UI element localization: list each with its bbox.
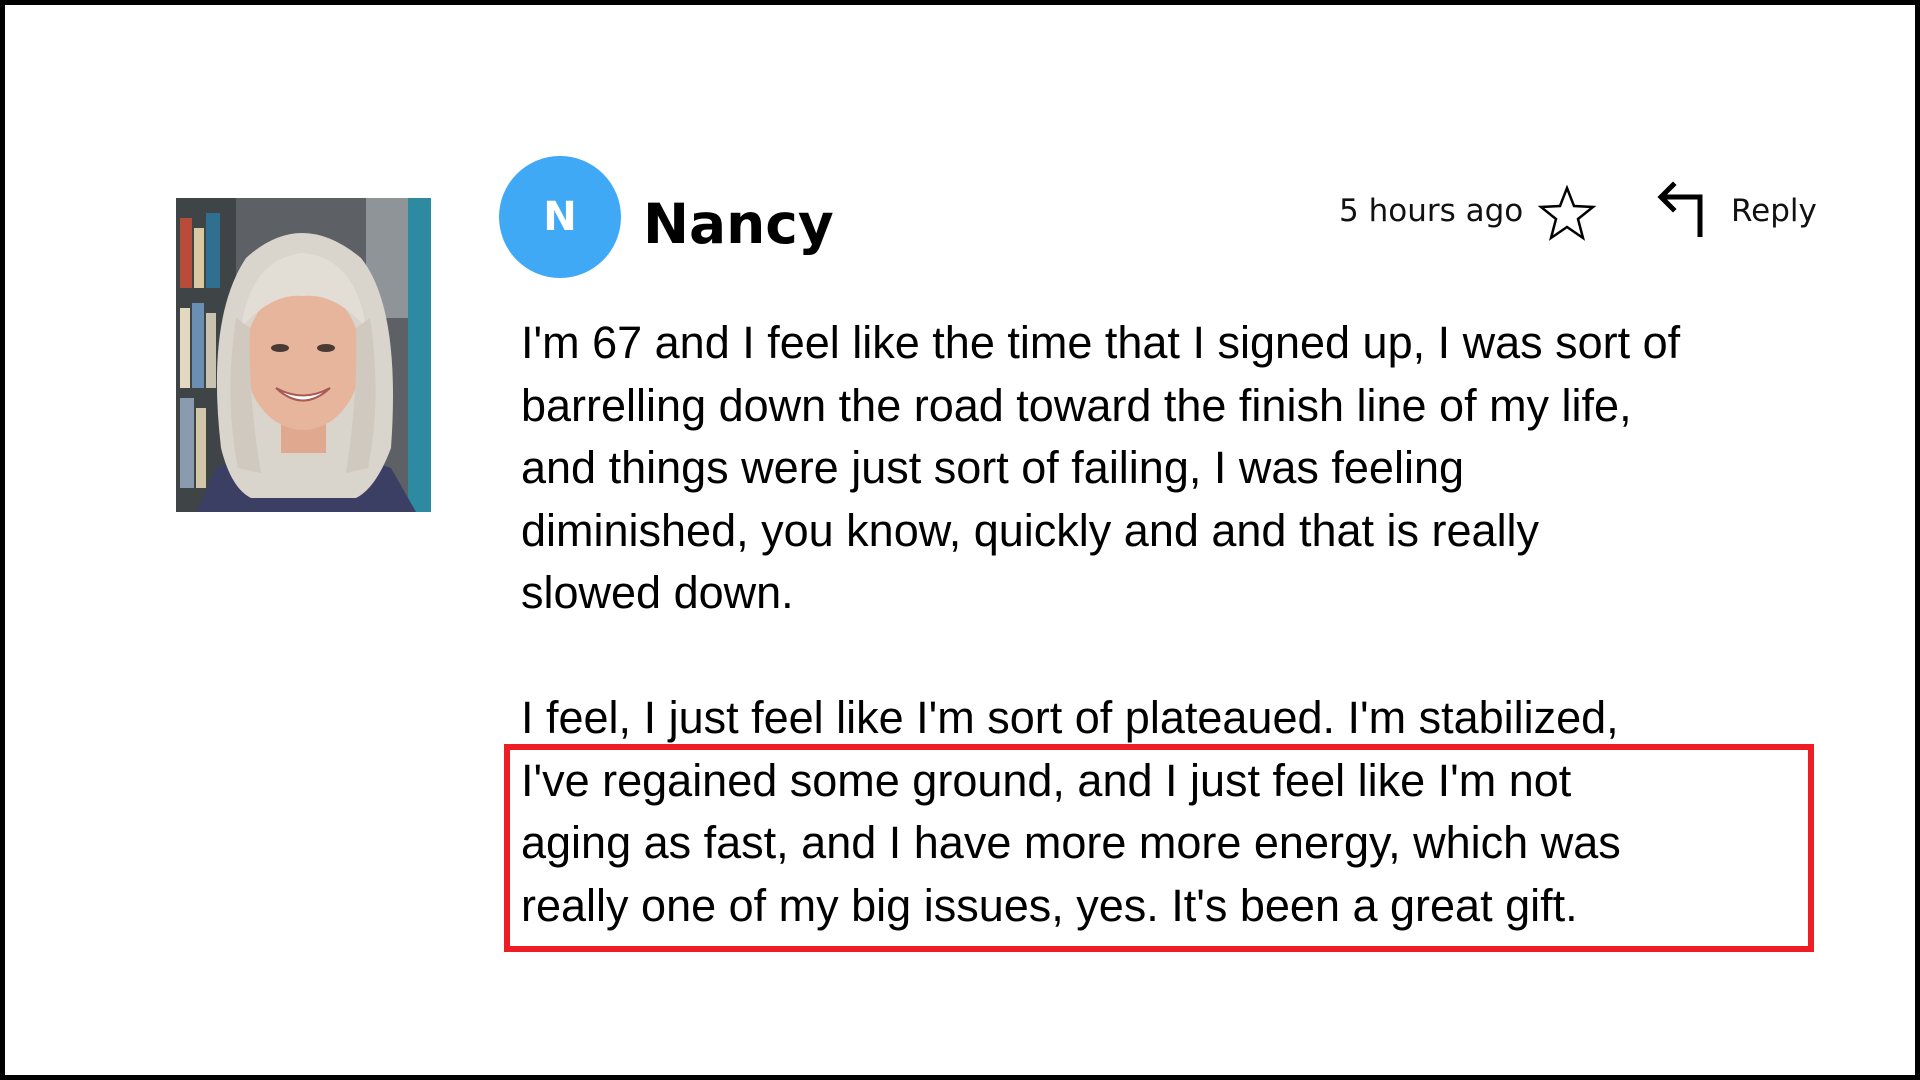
reply-button[interactable]: Reply: [1731, 191, 1817, 231]
author-avatar[interactable]: N: [499, 156, 621, 278]
comment-line: I feel, I just feel like I'm sort of pla…: [521, 692, 1619, 743]
author-photo: [176, 198, 431, 512]
comment-timestamp: 5 hours ago: [1339, 193, 1524, 229]
author-name[interactable]: Nancy: [643, 189, 834, 259]
comment-line: I'm 67 and I feel like the time that I s…: [521, 317, 1681, 368]
reply-arrow-icon[interactable]: [1655, 181, 1707, 237]
comment-line: slowed down.: [521, 567, 794, 618]
highlight-box: [504, 744, 1814, 952]
testimonial-card: N Nancy 5 hours ago Reply I'm 67 and I f…: [0, 0, 1920, 1080]
comment-line: and things were just sort of failing, I …: [521, 442, 1465, 493]
comment-paragraph-1: I'm 67 and I feel like the time that I s…: [521, 312, 1821, 625]
star-icon[interactable]: [1537, 185, 1597, 243]
comment-line: barrelling down the road toward the fini…: [521, 379, 1632, 431]
comment-line: diminished, you know, quickly and and th…: [521, 504, 1540, 556]
